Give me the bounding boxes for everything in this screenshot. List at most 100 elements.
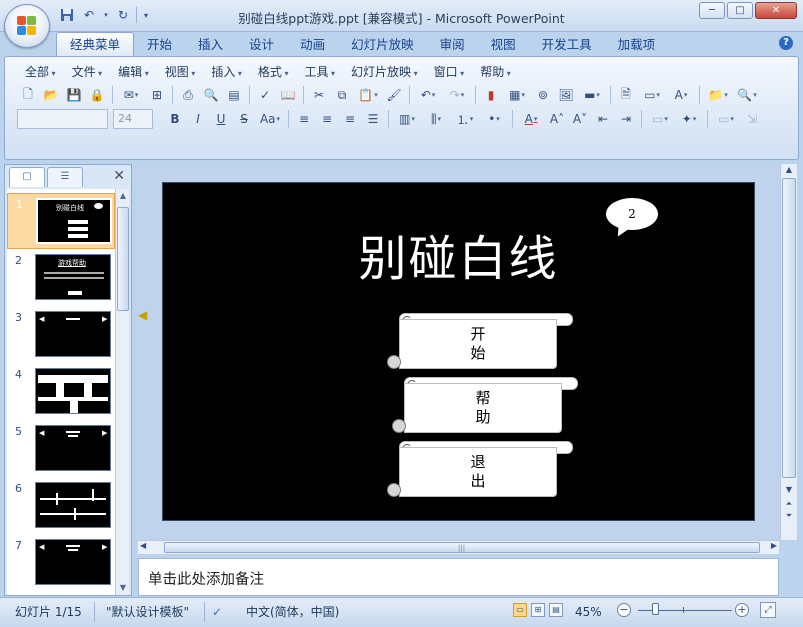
italic-icon[interactable]: I bbox=[187, 109, 209, 129]
exit-button[interactable]: 退 出 bbox=[387, 441, 575, 499]
tab-review[interactable]: 审阅 bbox=[427, 34, 478, 56]
tab-slideshow[interactable]: 幻灯片放映 bbox=[338, 34, 427, 56]
numbering-icon[interactable]: ⒈ bbox=[451, 109, 479, 129]
slide-thumbnail[interactable]: 4 bbox=[7, 364, 115, 420]
normal-view-button[interactable]: ▭ bbox=[513, 603, 527, 617]
font-size-select[interactable]: 24 bbox=[113, 109, 153, 129]
slide-canvas[interactable]: 别碰白线 2 开 始 帮 助 退 出 bbox=[162, 182, 755, 521]
increase-indent-icon[interactable]: ⇥ bbox=[615, 109, 637, 129]
tab-design[interactable]: 设计 bbox=[236, 34, 287, 56]
cut-icon[interactable]: ✂ bbox=[308, 85, 330, 105]
more-tools-icon[interactable]: ⇲ bbox=[741, 109, 763, 129]
maximize-button[interactable]: □ bbox=[727, 2, 753, 19]
help-button[interactable]: 帮 助 bbox=[392, 377, 580, 435]
scrollbar-thumb[interactable] bbox=[117, 207, 129, 311]
format-painter-icon[interactable]: 🖌 bbox=[383, 85, 405, 105]
print-preview-icon[interactable]: 🔍 bbox=[200, 85, 222, 105]
table-icon[interactable]: ▦ bbox=[503, 85, 531, 105]
menu-window[interactable]: 窗口 bbox=[426, 63, 473, 81]
menu-insert[interactable]: 插入 bbox=[203, 63, 250, 81]
justify-icon[interactable]: ☰ bbox=[362, 109, 384, 129]
language-indicator[interactable]: 中文(简体，中国) bbox=[246, 602, 339, 622]
notes-pane[interactable]: 单击此处添加备注 bbox=[138, 558, 779, 596]
slide-title[interactable]: 别碰白线 bbox=[163, 219, 754, 289]
align-right-icon[interactable]: ≡ bbox=[339, 109, 361, 129]
spelling-check-icon[interactable]: ✓ bbox=[212, 602, 222, 622]
design-template[interactable]: "默认设计模板" bbox=[106, 602, 189, 622]
animation-icon[interactable]: ✦ bbox=[675, 109, 703, 129]
fit-to-window-icon[interactable]: ⤢ bbox=[760, 602, 776, 618]
zoom-slider-handle[interactable] bbox=[652, 603, 659, 615]
slide-vertical-scrollbar[interactable]: ▲ ▼ ⏶ ⏷ bbox=[780, 164, 797, 540]
save-toolbar-icon[interactable]: 💾 bbox=[63, 85, 85, 105]
chart-icon[interactable]: ▮ bbox=[480, 85, 502, 105]
font-color-icon[interactable]: A bbox=[517, 109, 545, 129]
new-icon[interactable]: 🗋 bbox=[17, 85, 39, 105]
tab-view[interactable]: 视图 bbox=[478, 34, 529, 56]
columns-icon[interactable]: ▥ bbox=[393, 109, 421, 129]
tab-insert[interactable]: 插入 bbox=[185, 34, 236, 56]
menu-all[interactable]: 全部 bbox=[17, 63, 64, 81]
slide-thumbnail[interactable]: 3 ◀ ▶ bbox=[7, 307, 115, 363]
zoom-level[interactable]: 45% bbox=[575, 602, 602, 622]
slide-sorter-button[interactable]: ⊞ bbox=[531, 603, 545, 617]
copy-icon[interactable]: ⧉ bbox=[331, 85, 353, 105]
slide-horizontal-scrollbar[interactable]: ◀ ||| ▶ bbox=[138, 540, 779, 554]
office-button[interactable] bbox=[4, 4, 50, 48]
print-icon[interactable]: ⎙ bbox=[177, 85, 199, 105]
previous-slide-icon[interactable]: ⏶ bbox=[781, 498, 797, 510]
minimize-button[interactable]: ─ bbox=[699, 2, 725, 19]
scrollbar-thumb[interactable]: ||| bbox=[164, 542, 760, 553]
hyperlink-icon[interactable]: ⊚ bbox=[532, 85, 554, 105]
tab-classic-menu[interactable]: 经典菜单 bbox=[56, 32, 135, 56]
folder-icon[interactable]: 📁 bbox=[704, 85, 732, 105]
slide-thumbnail[interactable]: 1 别碰白线 bbox=[7, 193, 115, 249]
slide-transition-icon[interactable]: ▭ bbox=[712, 109, 740, 129]
spelling-icon[interactable]: ✓ bbox=[254, 85, 276, 105]
find-icon[interactable]: 🔍 bbox=[733, 85, 761, 105]
close-panel-icon[interactable]: ✕ bbox=[113, 168, 125, 184]
slides-tab[interactable]: ▢ bbox=[9, 167, 45, 187]
undo-toolbar-icon[interactable]: ↶ bbox=[414, 85, 442, 105]
decrease-indent-icon[interactable]: ⇤ bbox=[592, 109, 614, 129]
shrink-font-icon[interactable]: A˅ bbox=[569, 109, 591, 129]
start-button[interactable]: 开 始 bbox=[387, 313, 575, 371]
scroll-right-icon[interactable]: ▶ bbox=[771, 541, 777, 550]
strikethrough-icon[interactable]: S bbox=[233, 109, 255, 129]
menu-slideshow[interactable]: 幻灯片放映 bbox=[343, 63, 426, 81]
menu-format[interactable]: 格式 bbox=[250, 63, 297, 81]
picture-icon[interactable]: 🖼 bbox=[555, 85, 577, 105]
slide-thumbnail[interactable]: 6 bbox=[7, 478, 115, 534]
menu-edit[interactable]: 编辑 bbox=[110, 63, 157, 81]
bullets-icon[interactable]: • bbox=[480, 109, 508, 129]
help-icon[interactable]: ? bbox=[779, 36, 793, 50]
slide-layout-icon[interactable]: ▭ bbox=[638, 85, 666, 105]
grow-font-icon[interactable]: A˄ bbox=[546, 109, 568, 129]
underline-icon[interactable]: U bbox=[210, 109, 232, 129]
tab-developer[interactable]: 开发工具 bbox=[529, 34, 605, 56]
menu-help[interactable]: 帮助 bbox=[472, 63, 519, 81]
bold-icon[interactable]: B bbox=[164, 109, 186, 129]
menu-tools[interactable]: 工具 bbox=[296, 63, 343, 81]
align-left-icon[interactable]: ≡ bbox=[293, 109, 315, 129]
outline-tab[interactable]: ☰ bbox=[47, 167, 83, 187]
slideshow-button[interactable]: ▤ bbox=[549, 603, 563, 617]
zoom-out-button[interactable]: − bbox=[617, 603, 631, 617]
text-direction-icon[interactable]: ⫼ bbox=[422, 109, 450, 129]
sound-icon[interactable]: ◀ bbox=[138, 308, 147, 322]
slide-thumbnail[interactable]: 2 游戏帮助 bbox=[7, 250, 115, 306]
next-slide-icon[interactable]: ⏷ bbox=[781, 510, 797, 522]
scroll-left-icon[interactable]: ◀ bbox=[140, 541, 146, 550]
slide-thumbnail[interactable]: 7 ◀ ▶ bbox=[7, 535, 115, 591]
menu-view[interactable]: 视图 bbox=[157, 63, 204, 81]
change-case-icon[interactable]: Aa bbox=[256, 109, 284, 129]
layout-icon[interactable]: ▤ bbox=[223, 85, 245, 105]
redo-toolbar-icon[interactable]: ↷ bbox=[443, 85, 471, 105]
tab-home[interactable]: 开始 bbox=[134, 34, 185, 56]
scroll-up-icon[interactable]: ▲ bbox=[116, 189, 130, 203]
new-slide-icon[interactable]: 🗎 bbox=[615, 85, 637, 105]
paste-icon[interactable]: 📋 bbox=[354, 85, 382, 105]
font-name-select[interactable] bbox=[17, 109, 108, 129]
publish-icon[interactable]: ⊞ bbox=[146, 85, 168, 105]
menu-file[interactable]: 文件 bbox=[64, 63, 111, 81]
